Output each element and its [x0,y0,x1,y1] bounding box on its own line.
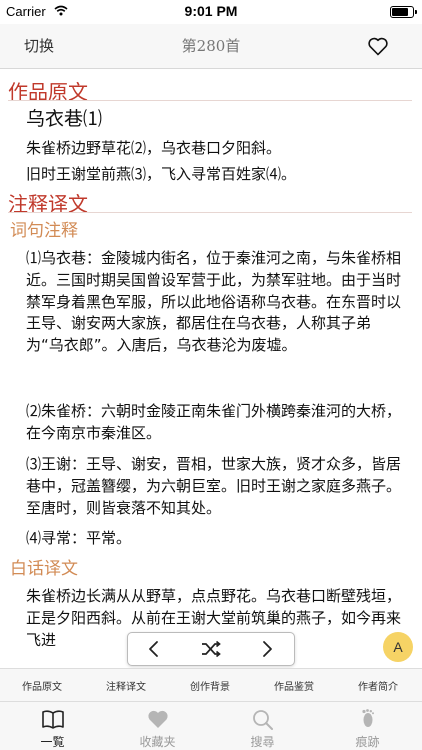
book-icon [41,710,64,729]
status-bar: Carrier 9:01 PM [0,0,422,24]
heart-icon[interactable] [366,34,390,58]
segment-annotation[interactable]: 注释译文 [84,678,168,693]
shuffle-icon [202,640,221,658]
tab-label: 痕跡 [355,735,380,749]
section-segment-bar: 作品原文 注释译文 创作背景 作品鉴赏 作者简介 [0,668,422,702]
tab-history[interactable]: 痕跡 [315,706,420,750]
heart-icon [147,710,168,728]
tab-search[interactable]: 搜尋 [210,706,315,750]
note-paragraph: ⑵朱雀桥：六朝时金陵正南朱雀门外横跨秦淮河的大桥，在今南京市秦淮区。 [26,402,402,442]
segment-author[interactable]: 作者简介 [336,678,420,693]
tab-label: 收藏夹 [139,735,176,749]
shuffle-button[interactable] [199,637,223,661]
tab-favorites[interactable]: 收藏夹 [105,706,210,750]
page-title: 第280首 [181,37,241,55]
font-size-button[interactable]: A [383,632,413,662]
segment-appreciation[interactable]: 作品鉴赏 [252,678,336,693]
notes-heading: 词句注释 [10,221,78,241]
poem-title: 乌衣巷⑴ [26,108,103,130]
note-paragraph: ⑷寻常：平常。 [26,529,132,547]
footprint-icon [361,709,374,727]
chevron-left-icon [149,641,158,657]
previous-button[interactable] [142,637,166,661]
poem-line: 旧时王谢堂前燕⑶，飞入寻常百姓家⑷。 [26,165,297,183]
next-button[interactable] [255,637,279,661]
section-divider [8,212,412,213]
poem-content[interactable]: 作品原文 乌衣巷⑴ 朱雀桥边野草花⑵，乌衣巷口夕阳斜。 旧时王谢堂前燕⑶，飞入寻… [0,70,422,666]
clock: 9:01 PM [184,3,238,19]
note-paragraph: ⑶王谢：王导、谢安，晋相，世家大族，贤才众多，皆居巷中，冠盖簪缨，为六朝巨室。旧… [26,455,402,517]
chevron-right-icon [263,641,272,657]
battery-icon [390,6,417,18]
pager-control [127,632,295,666]
tab-list[interactable]: 一覧 [0,706,105,750]
search-icon [252,710,273,730]
tab-bar: 一覧 收藏夹 搜尋 痕跡 [0,702,422,750]
poem-line: 朱雀桥边野草花⑵，乌衣巷口夕阳斜。 [26,139,282,157]
nav-bar: 切换 第280首 [0,24,422,69]
translation-heading: 白话译文 [10,559,78,579]
segment-original[interactable]: 作品原文 [0,678,84,693]
section-divider [8,100,412,101]
tab-label: 一覧 [40,735,65,749]
note-paragraph: ⑴乌衣巷：金陵城内街名，位于秦淮河之南，与朱雀桥相近。三国时期吴国曾设军营于此，… [26,249,402,355]
segment-background[interactable]: 创作背景 [168,678,252,693]
tab-label: 搜尋 [250,735,275,749]
